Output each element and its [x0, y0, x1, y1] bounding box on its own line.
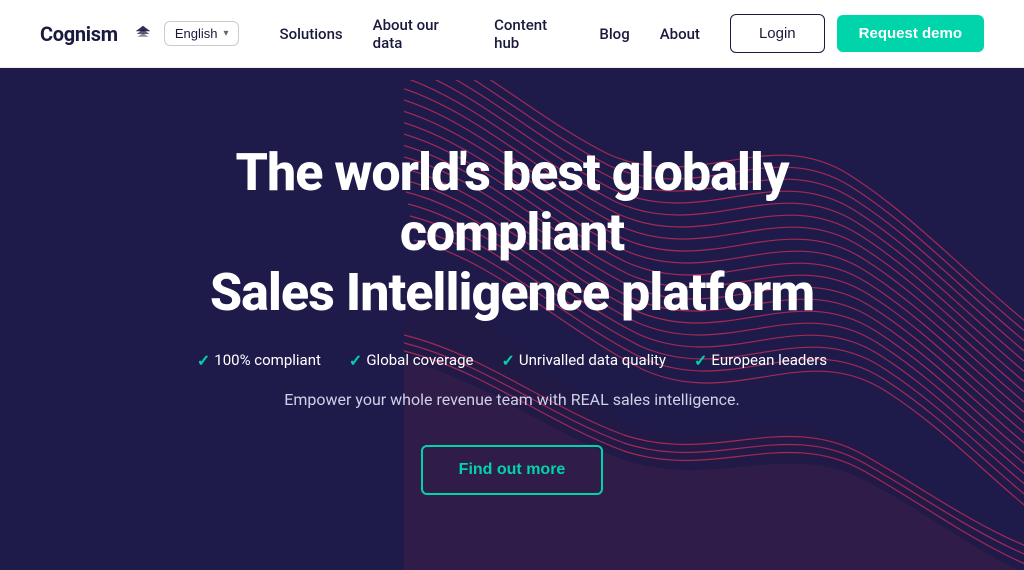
login-button[interactable]: Login: [730, 14, 825, 53]
hero-title-line1: The world's best globally compliant: [235, 142, 788, 263]
nav-link-about[interactable]: About: [660, 25, 700, 43]
cognism-icon: [132, 23, 154, 45]
nav-links: Solutions About our data Content hub Blo…: [279, 16, 699, 52]
hero-title: The world's best globally compliant Sale…: [142, 143, 882, 322]
logo-text: Cognism: [40, 22, 118, 46]
hero-check-quality: ✓ Unrivalled data quality: [501, 351, 666, 370]
language-selector[interactable]: English ▾: [164, 21, 240, 46]
hero-title-line2: Sales Intelligence platform: [210, 262, 814, 323]
logo-area: Cognism English ▾: [40, 21, 239, 46]
navbar: Cognism English ▾ Solutions About our da…: [0, 0, 1024, 68]
nav-link-content-hub[interactable]: Content hub: [494, 16, 569, 52]
logo-icon: [132, 23, 154, 45]
hero-check-compliant: ✓ 100% compliant: [197, 351, 321, 370]
nav-link-blog[interactable]: Blog: [599, 25, 629, 43]
nav-link-solutions[interactable]: Solutions: [279, 25, 342, 43]
request-demo-button[interactable]: Request demo: [837, 15, 984, 52]
hero-check-european: ✓ European leaders: [694, 351, 827, 370]
hero-content: The world's best globally compliant Sale…: [102, 143, 922, 494]
hero-checks: ✓ 100% compliant ✓ Global coverage ✓ Unr…: [142, 351, 882, 370]
language-label: English: [175, 26, 218, 41]
chevron-down-icon: ▾: [223, 28, 228, 39]
hero-section: .wave-line { fill: none; stroke: #e8315a…: [0, 68, 1024, 570]
hero-check-coverage: ✓ Global coverage: [349, 351, 474, 370]
nav-link-about-our-data[interactable]: About our data: [373, 16, 464, 52]
find-out-more-button[interactable]: Find out more: [421, 445, 604, 495]
hero-subtitle: Empower your whole revenue team with REA…: [142, 390, 882, 409]
